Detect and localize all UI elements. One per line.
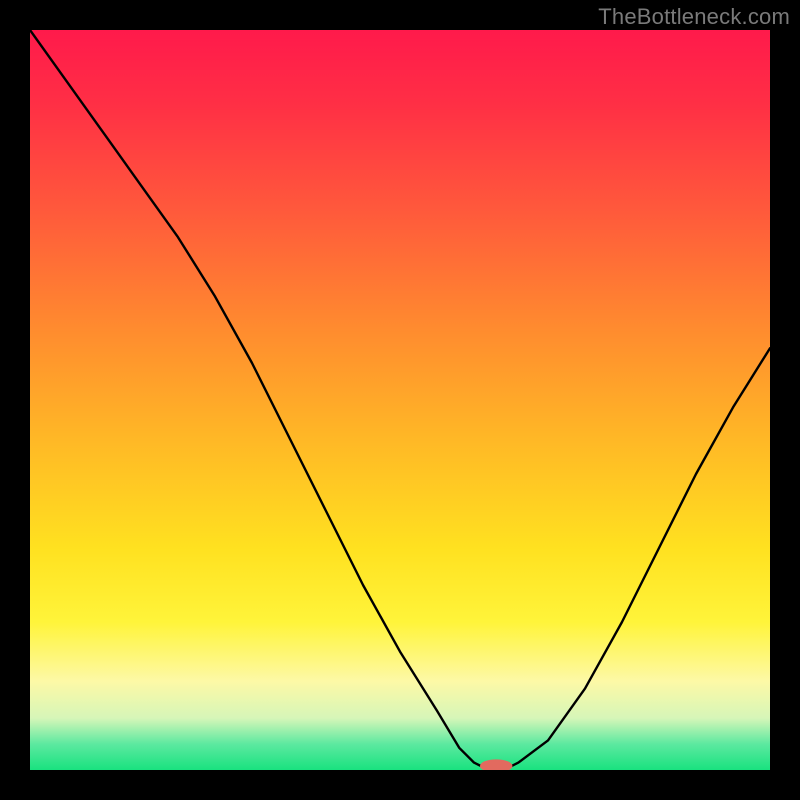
plot-area — [30, 30, 770, 770]
chart-container: TheBottleneck.com — [0, 0, 800, 800]
bottleneck-curve-svg — [30, 30, 770, 770]
gradient-background — [30, 30, 770, 770]
watermark-text: TheBottleneck.com — [598, 4, 790, 30]
